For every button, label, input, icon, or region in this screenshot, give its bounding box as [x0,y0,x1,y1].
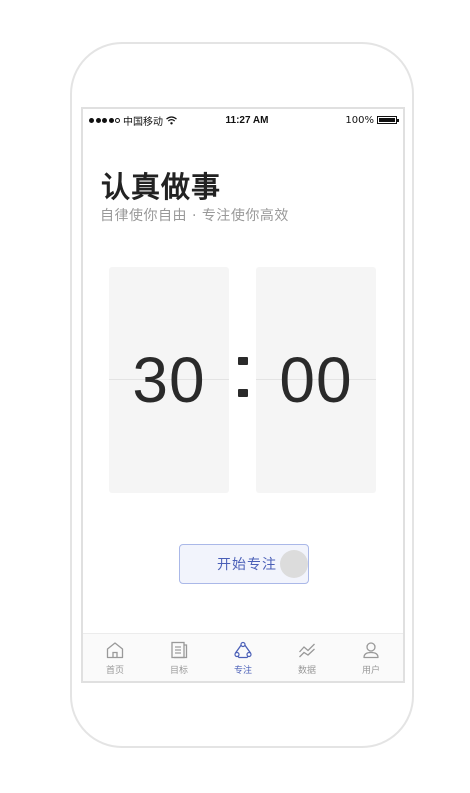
status-bar: 中国移动 11:27 AM 100% [83,109,403,131]
document-icon [171,641,188,659]
start-focus-button[interactable]: 开始专注 [179,544,309,584]
tab-focus[interactable]: 专注 [211,634,275,681]
status-time: 11:27 AM [225,114,269,126]
carrier-label: 中国移动 [123,116,163,128]
tab-label: 目标 [169,666,188,676]
colon-dot [237,389,248,397]
tab-user[interactable]: 用户 [339,634,403,681]
home-icon [106,642,124,659]
slider-knob[interactable] [280,550,308,578]
signal-icon [89,117,120,123]
timer-minutes-card: 30 [109,267,229,493]
battery-fill [379,118,395,122]
tab-label: 数据 [297,666,316,676]
timer-seconds-card: 00 [256,267,376,493]
battery-icon [377,116,399,124]
tab-bar: 首页 目标 专注 数据 用户 [83,633,403,681]
status-right: 100% [313,114,399,126]
focus-icon [234,641,252,659]
tab-label: 专注 [233,666,252,676]
chart-icon [299,643,315,658]
timer-colon [229,357,256,397]
tab-label: 首页 [105,666,124,676]
app-screen: 中国移动 11:27 AM 100% 认真做事 自律使你自由 · 专注使你高效 … [81,107,405,683]
page-subtitle: 自律使你自由 · 专注使你高效 [100,208,289,224]
colon-dot [237,357,248,365]
tab-goals[interactable]: 目标 [147,634,211,681]
user-icon [363,642,379,659]
start-focus-label: 开始专注 [217,557,277,573]
timer-seconds: 00 [279,344,353,416]
battery-percent: 100% [345,114,374,126]
wifi-icon [166,115,177,124]
page-title: 认真做事 [101,170,222,204]
tab-home[interactable]: 首页 [83,634,147,681]
tab-label: 用户 [361,666,380,676]
timer-minutes: 30 [132,344,206,416]
tab-data[interactable]: 数据 [275,634,339,681]
